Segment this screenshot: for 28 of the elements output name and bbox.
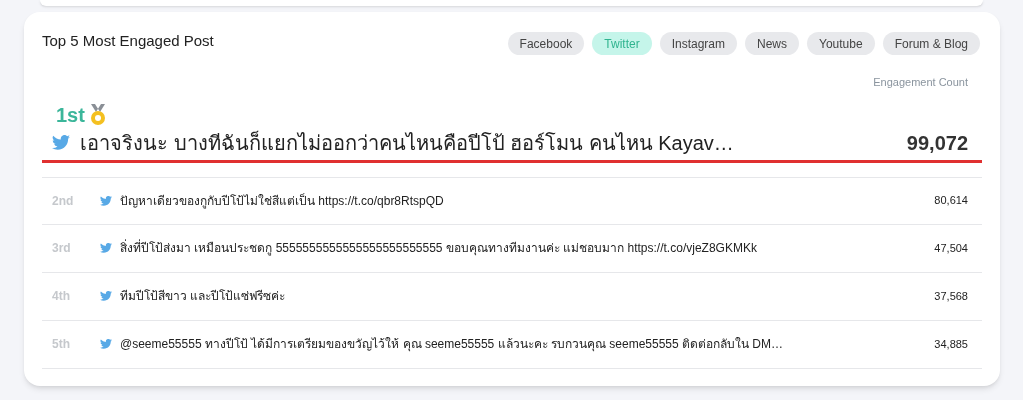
bird-icon [100,291,112,301]
engagement-count: 80,614 [934,193,969,209]
bird-icon [100,243,112,253]
filter-tab[interactable]: Youtube [807,32,875,55]
engagement-count: 37,568 [934,288,969,304]
rank-label: 2nd [51,192,75,210]
filter-tab[interactable]: Forum & Blog [882,32,980,55]
filter-tab[interactable]: Instagram [659,32,737,55]
card-title: Top 5 Most Engaged Post [42,31,214,51]
rank-label: 5th [51,336,71,353]
post-text: เอาจริงนะ บางทีฉันก็แยกไม่ออกว่าคนไหนคือปีโป้ ฮอร์โมน คนไหน Kayav… [80,129,735,156]
bird-icon [100,339,112,349]
post-text: @seeme55555 ทางปีโป้ ได้มีการเตรียมของขวัญไว้ให้ คุณ seeme55555 แล้วนะคะ รบกวนคุณ seeme55555 ติดต่อกลับใน DM… [120,336,784,353]
engagement-count: 34,885 [934,336,969,352]
post-text: สิ่งที่ปีโป้ส่งมา เหมือนประชดกู 5555555555555555555555555 ขอบคุณทางทีมงานค่ะ แม่ชอบมาก https://t.co/vjeZ8GKMKk [120,239,758,257]
column-header: Engagement Count [873,75,968,90]
filter-tab[interactable]: News [745,32,800,55]
post-text: ปัญหาเดียวของกูกับปีโป้ไม่ใช่สีแต่เป็น https://t.co/qbr8RtspQD [120,192,445,210]
medal-icon [88,103,107,126]
filter-tab[interactable]: Facebook [507,32,585,55]
engagement-count: 47,504 [934,240,969,256]
post-text: ทีมปีโป้สีขาว และปีโป้แซ่ฟรีซค่ะ [120,288,287,305]
rank-label: 4th [51,288,71,305]
bird-icon [100,195,112,206]
rank-label: 1st [56,104,85,125]
rank-label: 3rd [51,240,72,257]
bird-icon [52,135,70,150]
engagement-count: 99,072 [906,130,969,156]
